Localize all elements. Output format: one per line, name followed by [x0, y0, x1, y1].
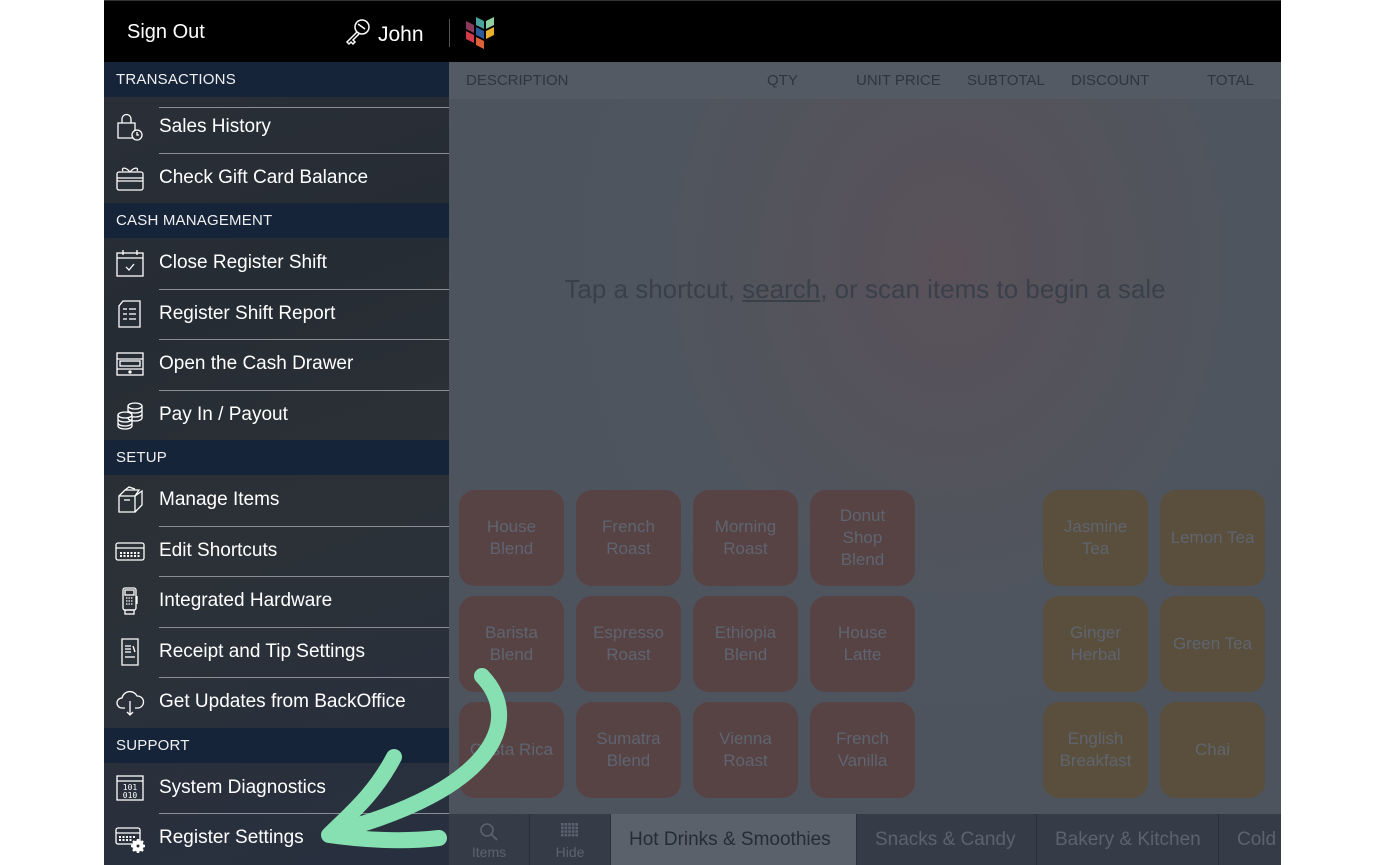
shortcut-tile-lemon-tea[interactable]: Lemon Tea — [1160, 490, 1265, 586]
sale-area: DESCRIPTION QTY UNIT PRICE SUBTOTAL DISC… — [449, 62, 1281, 865]
user-name: John — [378, 23, 424, 46]
shortcut-tile-chai[interactable]: Chai — [1160, 702, 1265, 798]
shortcut-tile-french-vanilla[interactable]: French Vanilla — [810, 702, 915, 798]
section-header-setup: SETUP — [104, 440, 449, 475]
menu-item-register-shift-report[interactable]: Register Shift Report — [104, 288, 449, 340]
shortcut-tile-morning-roast[interactable]: Morning Roast — [693, 490, 798, 586]
card-terminal-icon — [114, 585, 146, 617]
receipt-icon — [114, 636, 146, 668]
items-search-button[interactable]: Items — [449, 814, 530, 865]
grid-icon — [561, 823, 578, 837]
sidebar-menu: TRANSACTIONS Sales History Check Gift Ca… — [104, 62, 450, 865]
keyboard-icon — [114, 535, 146, 567]
menu-item-manage-items[interactable]: Manage Items — [104, 475, 449, 526]
gift-card-icon — [114, 162, 146, 194]
tab-snacks-candy[interactable]: Snacks & Candy — [857, 814, 1037, 865]
column-qty: QTY — [767, 72, 798, 89]
column-subtotal: SUBTOTAL — [967, 72, 1045, 89]
coins-icon — [114, 399, 146, 431]
cash-drawer-icon — [114, 348, 146, 380]
section-header-support: SUPPORT — [104, 727, 449, 763]
tab-cold-drinks[interactable]: Cold Drinks — [1219, 814, 1281, 865]
menu-item-close-register-shift[interactable]: Close Register Shift — [104, 238, 449, 289]
menu-item-open-cash-drawer[interactable]: Open the Cash Drawer — [104, 339, 449, 390]
shortcut-tile-espresso-roast[interactable]: Espresso Roast — [576, 596, 681, 692]
tab-bakery-kitchen[interactable]: Bakery & Kitchen — [1037, 814, 1219, 865]
section-header-cash-management: CASH MANAGEMENT — [104, 203, 449, 238]
calendar-check-icon — [114, 247, 146, 279]
shortcut-tile-french-roast[interactable]: French Roast — [576, 490, 681, 586]
shortcut-tile-sumatra-blend[interactable]: Sumatra Blend — [576, 702, 681, 798]
pos-app: Sign Out John TRANSACTIONS Sales History… — [104, 0, 1281, 865]
top-bar: Sign Out John — [104, 0, 1281, 62]
divider — [449, 19, 450, 47]
shortcut-tile-donut-shop-blend[interactable]: Donut Shop Blend — [810, 490, 915, 586]
menu-item-register-settings[interactable]: Register Settings — [104, 813, 449, 864]
shortcut-tile-green-tea[interactable]: Green Tea — [1160, 596, 1265, 692]
hide-shortcuts-button[interactable]: Hide — [530, 814, 611, 865]
empty-cart-message: Tap a shortcut, search, or scan items to… — [564, 274, 1166, 304]
search-link[interactable]: search — [742, 274, 820, 304]
binary-icon: 101 010 — [114, 772, 146, 804]
search-icon — [480, 823, 498, 841]
column-description: DESCRIPTION — [466, 72, 569, 89]
shortcut-tile-costa-rica[interactable]: Costa Rica — [459, 702, 564, 798]
cart-column-headers: DESCRIPTION QTY UNIT PRICE SUBTOTAL DISC… — [449, 62, 1281, 99]
shortcut-tile-english-breakfast[interactable]: English Breakfast — [1043, 702, 1148, 798]
shortcut-tile-barista-blend[interactable]: Barista Blend — [459, 596, 564, 692]
column-unit-price: UNIT PRICE — [856, 72, 941, 89]
menu-item-integrated-hardware[interactable]: Integrated Hardware — [104, 576, 449, 627]
shortcut-tile-jasmine-tea[interactable]: Jasmine Tea — [1043, 490, 1148, 586]
key-icon — [342, 17, 378, 53]
column-total: TOTAL — [1207, 72, 1254, 89]
column-discount: DISCOUNT — [1071, 72, 1150, 89]
menu-item-get-updates-from-backoffice[interactable]: Get Updates from BackOffice — [104, 677, 449, 728]
current-user[interactable]: John — [342, 17, 424, 53]
svg-text:010: 010 — [123, 791, 138, 800]
tab-hot-drinks-smoothies[interactable]: Hot Drinks & Smoothies — [611, 814, 857, 865]
menu-item-sales-history[interactable]: Sales History — [104, 102, 449, 153]
report-icon — [114, 298, 146, 330]
menu-item-edit-shortcuts[interactable]: Edit Shortcuts — [104, 525, 449, 577]
menu-item-system-diagnostics[interactable]: 101 010 System Diagnostics — [104, 763, 449, 814]
shopping-bag-clock-icon — [114, 111, 146, 143]
shortcut-tile-vienna-roast[interactable]: Vienna Roast — [693, 702, 798, 798]
box-icon — [114, 484, 146, 516]
shortcut-tile-house-latte[interactable]: House Latte — [810, 596, 915, 692]
cloud-download-icon — [114, 686, 146, 718]
category-tab-bar: Items Hide Hot Drinks & Smoothies Snacks… — [449, 814, 1281, 865]
menu-item-check-gift-card-balance[interactable]: Check Gift Card Balance — [104, 152, 449, 204]
shortcut-tile-ginger-herbal[interactable]: Ginger Herbal — [1043, 596, 1148, 692]
sign-out-button[interactable]: Sign Out — [127, 21, 205, 44]
shortcut-tile-ethiopia-blend[interactable]: Ethiopia Blend — [693, 596, 798, 692]
app-logo — [464, 15, 498, 54]
menu-item-pay-in-payout[interactable]: Pay In / Payout — [104, 389, 449, 441]
section-header-transactions: TRANSACTIONS — [104, 62, 449, 97]
register-gear-icon — [114, 822, 146, 854]
shortcut-tile-house-blend[interactable]: House Blend — [459, 490, 564, 586]
menu-item-receipt-and-tip-settings[interactable]: Receipt and Tip Settings — [104, 626, 449, 678]
